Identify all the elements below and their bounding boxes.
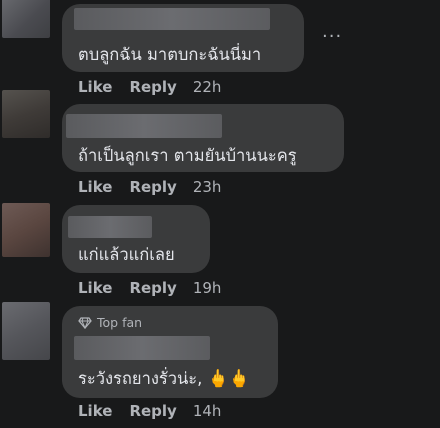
avatar[interactable]: [2, 203, 50, 257]
comment-actions: Like Reply 23h: [78, 178, 238, 196]
like-button[interactable]: Like: [78, 402, 112, 420]
reply-button[interactable]: Reply: [129, 279, 176, 297]
comment-text: ตบลูกฉัน มาตบกะฉันนี่มา: [78, 45, 262, 64]
author-name-blurred[interactable]: [74, 8, 270, 30]
comment-actions: Like Reply 22h: [78, 78, 238, 96]
more-options-icon[interactable]: ···: [322, 26, 342, 47]
timestamp[interactable]: 14h: [193, 402, 222, 420]
author-name-blurred[interactable]: [74, 336, 210, 360]
comment-bubble: Top fan ระวังรถยางรั่วน่ะ, 🖕🖕: [62, 306, 278, 398]
like-button[interactable]: Like: [78, 279, 112, 297]
comment-text-body: ระวังรถยางรั่วน่ะ,: [78, 369, 203, 388]
top-fan-label: Top fan: [97, 315, 143, 330]
avatar[interactable]: [2, 0, 50, 38]
reply-button[interactable]: Reply: [129, 178, 176, 196]
author-name-blurred[interactable]: [68, 216, 152, 238]
timestamp[interactable]: 23h: [193, 178, 222, 196]
author-name-blurred[interactable]: [66, 114, 222, 138]
avatar[interactable]: [2, 302, 50, 360]
comment-bubble: ถ้าเป็นลูกเรา ตามยันบ้านนะครู: [62, 104, 344, 172]
timestamp[interactable]: 22h: [193, 78, 222, 96]
comment-bubble: ตบลูกฉัน มาตบกะฉันนี่มา: [62, 4, 304, 72]
reply-button[interactable]: Reply: [129, 78, 176, 96]
like-button[interactable]: Like: [78, 78, 112, 96]
comment-bubble: แก่แล้วแก่เลย: [62, 205, 210, 273]
reply-button[interactable]: Reply: [129, 402, 176, 420]
comment-actions: Like Reply 19h: [78, 279, 238, 297]
comment-emoji: 🖕🖕: [207, 369, 250, 389]
diamond-icon: [78, 316, 92, 329]
comment-text: แก่แล้วแก่เลย: [78, 245, 175, 264]
top-fan-badge: Top fan: [78, 315, 142, 330]
comment-actions: Like Reply 14h: [78, 402, 238, 420]
avatar[interactable]: [2, 90, 50, 138]
comment-text: ระวังรถยางรั่วน่ะ, 🖕🖕: [78, 366, 250, 392]
like-button[interactable]: Like: [78, 178, 112, 196]
timestamp[interactable]: 19h: [193, 279, 222, 297]
comment-text: ถ้าเป็นลูกเรา ตามยันบ้านนะครู: [78, 146, 297, 165]
